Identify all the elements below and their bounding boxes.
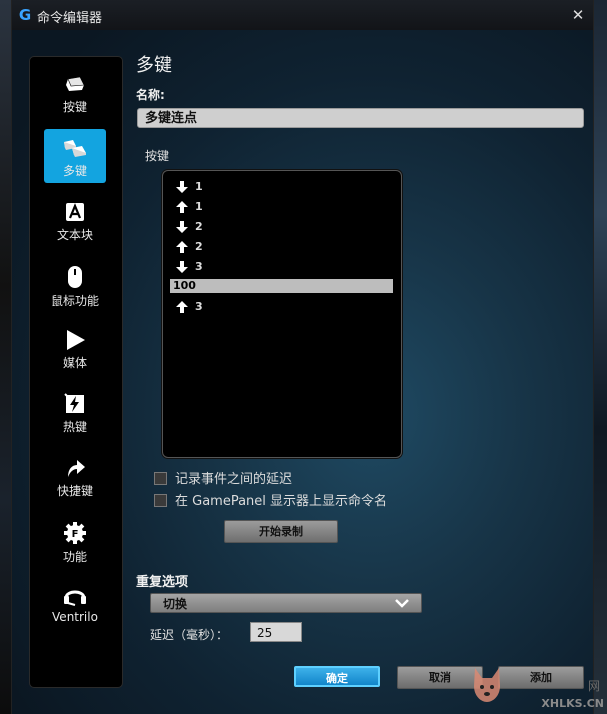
watermark-text: XHLKS.CN bbox=[541, 697, 604, 710]
ok-button[interactable]: 确定 bbox=[294, 666, 380, 687]
show-name-checkbox[interactable] bbox=[154, 494, 167, 507]
sidebar-item-label: 热键 bbox=[62, 420, 87, 434]
sidebar-item-label: 媒体 bbox=[62, 356, 87, 370]
list-item[interactable]: 1 bbox=[173, 197, 393, 217]
sidebar-item-mouse-function[interactable]: 鼠标功能 bbox=[44, 257, 106, 311]
repeat-options-select[interactable]: 切换 bbox=[150, 593, 422, 613]
repeat-options-label: 重复选项 bbox=[136, 575, 189, 590]
close-icon[interactable]: ✕ bbox=[567, 4, 589, 26]
sidebar-item-shortcut[interactable]: 快捷键 bbox=[44, 449, 106, 503]
arrow-down-icon bbox=[176, 261, 188, 273]
play-icon bbox=[67, 330, 85, 350]
sidebar-item-function[interactable]: F 功能 bbox=[44, 513, 106, 567]
mouse-icon bbox=[68, 266, 82, 288]
background-right-edge bbox=[593, 0, 607, 714]
logitech-logo-icon: G bbox=[18, 6, 32, 24]
record-delay-checkbox[interactable] bbox=[154, 472, 167, 485]
list-item[interactable]: 1 bbox=[173, 177, 393, 197]
command-editor-window: G 命令编辑器 ✕ 按键 多键 文本块 鼠标功能 媒体 热键 快捷键 F 功能 … bbox=[12, 0, 593, 714]
command-type-sidebar: 按键 多键 文本块 鼠标功能 媒体 热键 快捷键 F 功能 Ventrilo bbox=[29, 56, 123, 688]
background-left-edge bbox=[0, 0, 12, 714]
key-label: 3 bbox=[195, 300, 203, 313]
key-sequence-list[interactable]: 1 1 2 2 3 100 3 bbox=[162, 170, 402, 458]
sidebar-item-label: 文本块 bbox=[56, 228, 93, 242]
key-icon bbox=[66, 76, 85, 91]
sidebar-item-multikey[interactable]: 多键 bbox=[44, 129, 106, 183]
multikey-icon bbox=[64, 140, 86, 157]
name-label: 名称: bbox=[136, 88, 165, 102]
list-item[interactable]: 3 bbox=[173, 257, 393, 277]
sidebar-item-label: 鼠标功能 bbox=[50, 294, 99, 308]
arrow-up-icon bbox=[176, 201, 188, 213]
arrow-up-icon bbox=[176, 241, 188, 253]
sidebar-item-label: 快捷键 bbox=[56, 484, 93, 498]
sidebar-item-text-block[interactable]: 文本块 bbox=[44, 193, 106, 247]
shortcut-arrow-icon bbox=[68, 460, 85, 477]
delay-item-selected[interactable]: 100 bbox=[170, 279, 393, 293]
keys-label: 按键 bbox=[145, 149, 170, 163]
hotkey-icon bbox=[64, 393, 84, 413]
watermark-fox-icon bbox=[474, 668, 500, 702]
command-name-input[interactable]: 多键连点 bbox=[137, 108, 584, 128]
delay-ms-label: 延迟（毫秒）： bbox=[150, 628, 229, 642]
function-gear-icon: F bbox=[64, 522, 86, 544]
sidebar-item-label: Ventrilo bbox=[52, 610, 98, 624]
window-title: 命令编辑器 bbox=[37, 11, 103, 26]
text-block-icon bbox=[66, 203, 84, 221]
section-title: 多键 bbox=[136, 55, 172, 76]
key-label: 3 bbox=[195, 260, 203, 273]
show-name-label: 在 GamePanel 显示器上显示命令名 bbox=[175, 494, 388, 509]
list-item[interactable]: 3 bbox=[173, 297, 393, 317]
chevron-down-icon bbox=[395, 599, 409, 608]
key-label: 2 bbox=[195, 240, 203, 253]
key-label: 1 bbox=[195, 200, 203, 213]
headset-icon bbox=[64, 590, 86, 606]
sidebar-item-label: 多键 bbox=[62, 164, 87, 178]
sidebar-item-keystroke[interactable]: 按键 bbox=[44, 65, 106, 119]
start-recording-button[interactable]: 开始录制 bbox=[224, 520, 338, 543]
key-label: 1 bbox=[195, 180, 203, 193]
key-label: 2 bbox=[195, 220, 203, 233]
record-delay-checkbox-row[interactable]: 记录事件之间的延迟 bbox=[154, 472, 292, 488]
record-delay-label: 记录事件之间的延迟 bbox=[175, 472, 293, 487]
add-button[interactable]: 添加 bbox=[498, 666, 584, 689]
show-name-checkbox-row[interactable]: 在 GamePanel 显示器上显示命令名 bbox=[154, 494, 387, 510]
svg-text:F: F bbox=[72, 529, 79, 540]
arrow-down-icon bbox=[176, 181, 188, 193]
sidebar-item-label: 功能 bbox=[62, 550, 87, 564]
title-bar: G 命令编辑器 ✕ bbox=[12, 0, 593, 30]
list-item[interactable]: 2 bbox=[173, 217, 393, 237]
repeat-selected-value: 切换 bbox=[163, 597, 188, 611]
sidebar-item-media[interactable]: 媒体 bbox=[44, 321, 106, 375]
list-item[interactable]: 2 bbox=[173, 237, 393, 257]
sidebar-item-hotkey[interactable]: 热键 bbox=[44, 385, 106, 439]
sidebar-item-ventrilo[interactable]: Ventrilo bbox=[44, 577, 106, 631]
arrow-up-icon bbox=[176, 301, 188, 313]
delay-ms-input[interactable]: 25 bbox=[250, 622, 302, 642]
watermark-top-text: 网 bbox=[587, 679, 600, 693]
sidebar-item-label: 按键 bbox=[62, 100, 87, 114]
arrow-down-icon bbox=[176, 221, 188, 233]
